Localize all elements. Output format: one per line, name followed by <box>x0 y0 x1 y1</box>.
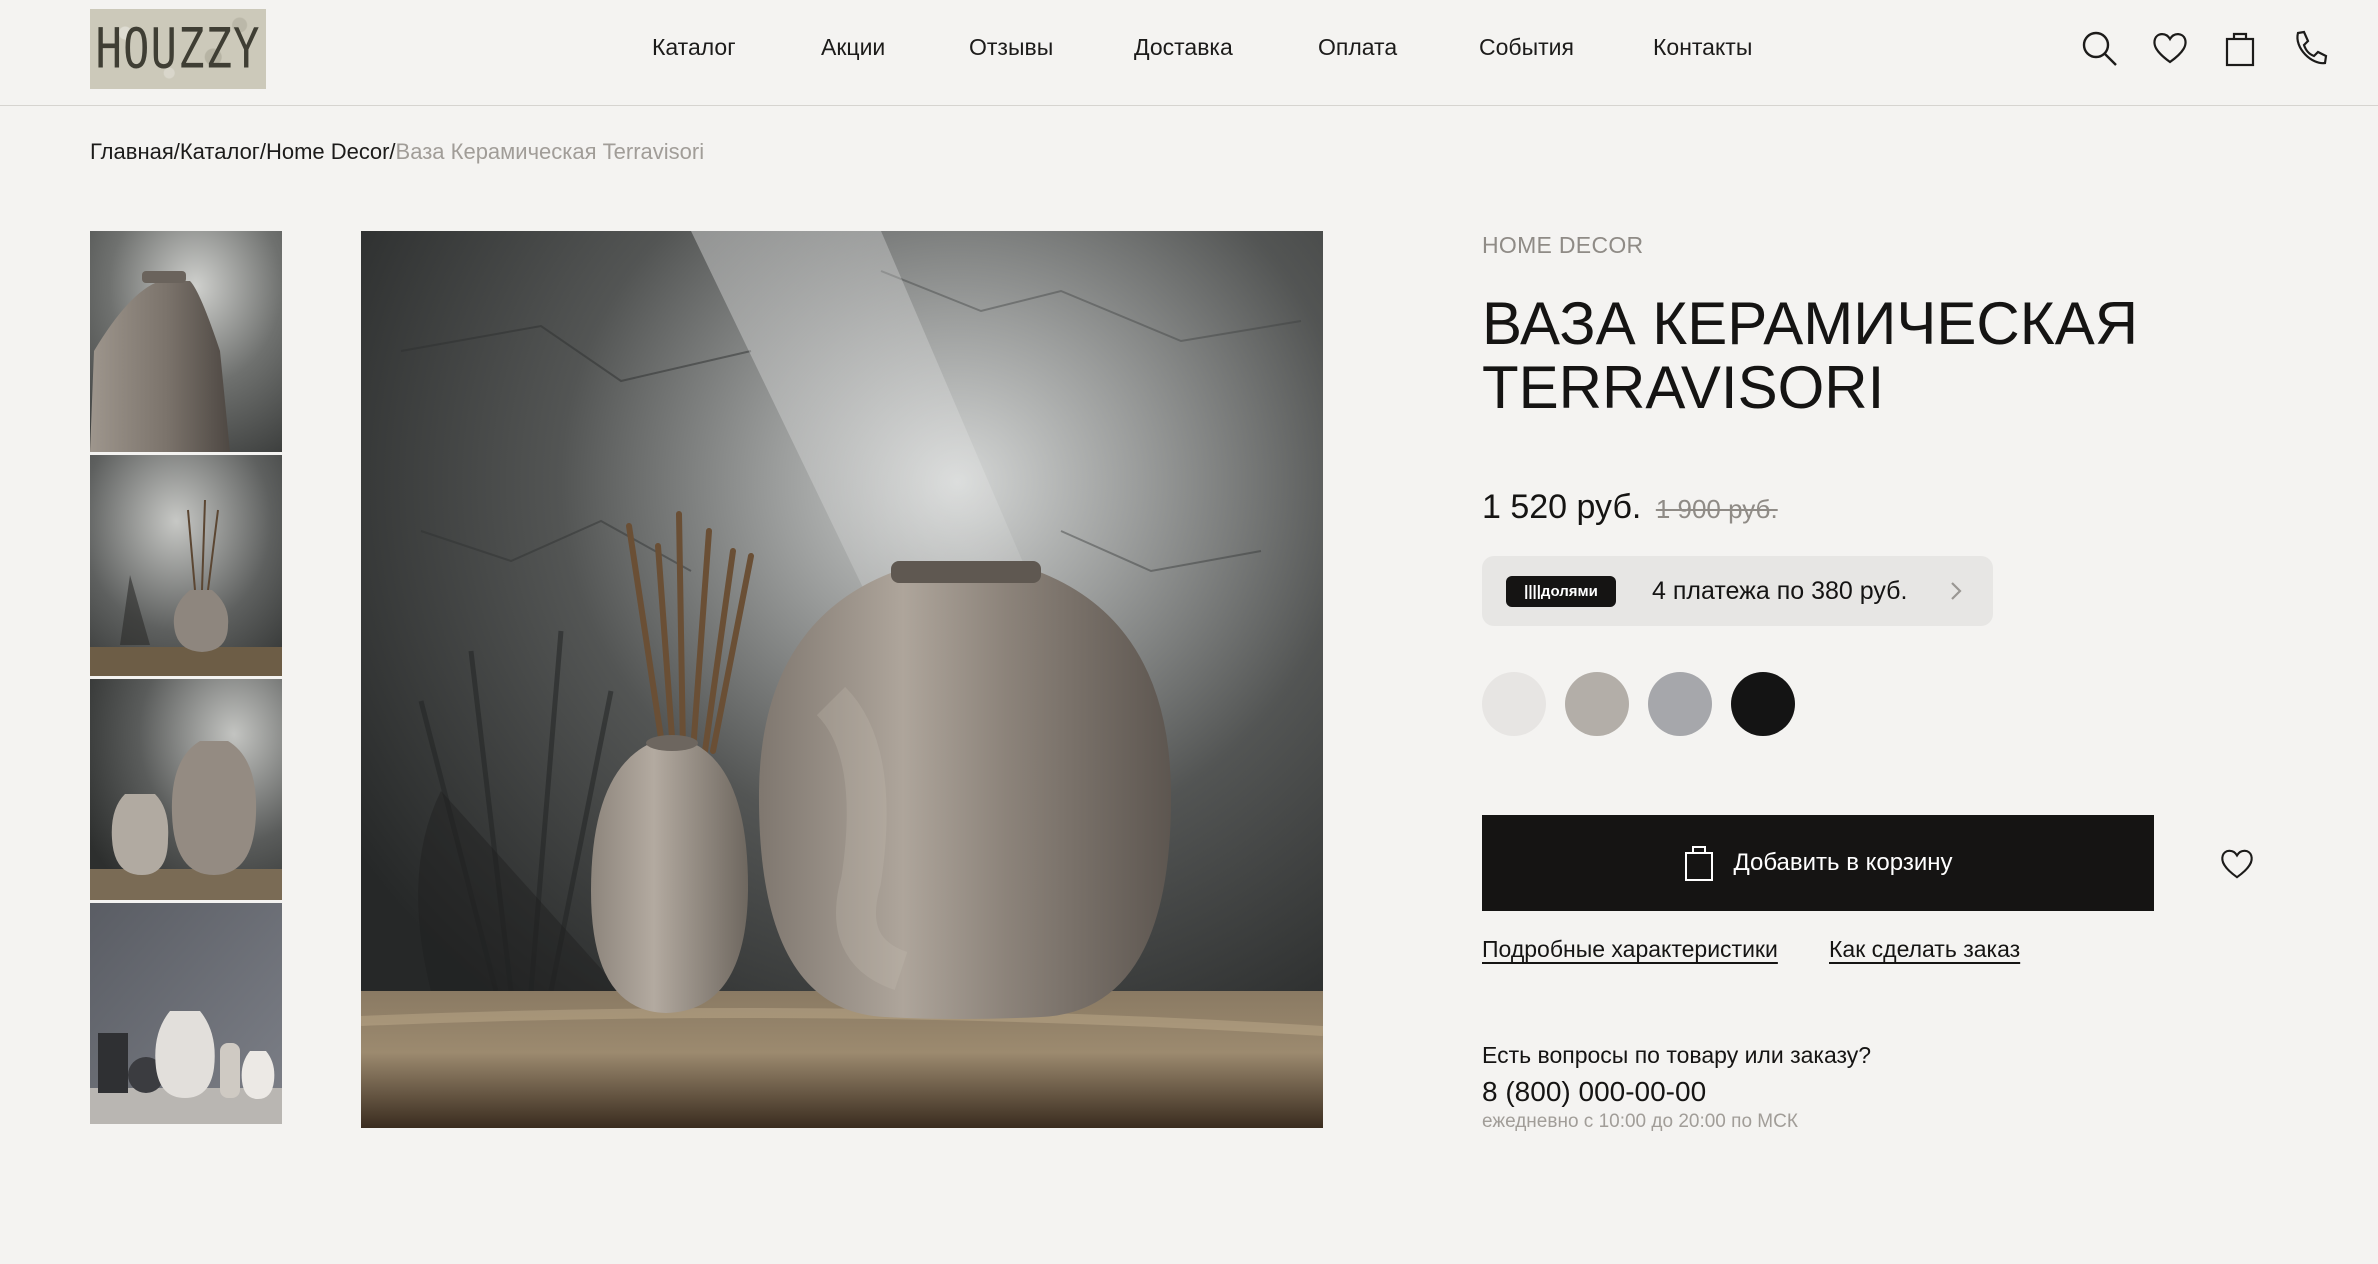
add-to-cart-button[interactable]: Добавить в корзину <box>1482 815 2154 911</box>
nav-item-sales[interactable]: Акции <box>821 34 885 61</box>
heart-icon[interactable] <box>2150 28 2190 68</box>
details-link[interactable]: Подробные характеристики <box>1482 936 1778 963</box>
thumbnail-4[interactable] <box>90 903 282 1124</box>
nav-item-events[interactable]: События <box>1479 34 1574 61</box>
old-price: 1 900 руб. <box>1655 494 1778 524</box>
breadcrumb-home[interactable]: Главная/ <box>90 139 180 164</box>
thumbnail-3[interactable] <box>90 679 282 900</box>
add-to-cart-label: Добавить в корзину <box>1733 849 1953 876</box>
nav-item-delivery[interactable]: Доставка <box>1134 34 1233 61</box>
thumbnail-2[interactable] <box>90 455 282 676</box>
logo[interactable]: HOUZZY <box>90 9 266 89</box>
support-hours: ежедневно с 10:00 до 20:00 по МСК <box>1482 1111 1798 1132</box>
bag-icon[interactable] <box>2220 28 2260 68</box>
dolyami-badge: ||||долями <box>1506 576 1616 607</box>
chevron-right-icon <box>1951 582 1962 600</box>
add-to-favorites-heart-icon[interactable] <box>2218 845 2256 881</box>
product-category: HOME DECOR <box>1482 232 1644 258</box>
color-swatch-white[interactable] <box>1482 672 1546 736</box>
color-swatch-grey[interactable] <box>1648 672 1712 736</box>
bag-icon <box>1685 846 1714 881</box>
nav-item-payment[interactable]: Оплата <box>1318 34 1397 61</box>
support-phone[interactable]: 8 (800) 000-00-00 <box>1482 1076 1706 1108</box>
color-swatch-beige[interactable] <box>1565 672 1629 736</box>
main-product-image[interactable] <box>361 231 1323 1128</box>
logo-text: HOUZZY <box>95 17 261 81</box>
nav-item-catalog[interactable]: Каталог <box>652 34 736 61</box>
breadcrumb-current: Ваза Керамическая Terravisori <box>395 139 705 164</box>
breadcrumb-home-decor[interactable]: Home Decor/ <box>266 139 396 164</box>
support-question: Есть вопросы по товару или заказу? <box>1482 1042 1872 1068</box>
color-swatch-black[interactable] <box>1731 672 1795 736</box>
breadcrumb-catalog[interactable]: Каталог/ <box>180 139 266 164</box>
site-header: HOUZZY Каталог Акции Отзывы Доставка Опл… <box>0 0 2378 106</box>
nav-item-reviews[interactable]: Отзывы <box>969 34 1053 61</box>
current-price: 1 520 руб. <box>1482 488 1642 526</box>
price-row: 1 520 руб. 1 900 руб. <box>1482 488 1778 527</box>
how-to-order-link[interactable]: Как сделать заказ <box>1829 936 2020 963</box>
thumbnail-1[interactable] <box>90 231 282 452</box>
product-title: ВАЗА КЕРАМИЧЕСКАЯ TERRAVISORI <box>1482 290 2139 421</box>
installments-banner[interactable]: ||||долями 4 платежа по 380 руб. <box>1482 556 1993 626</box>
phone-icon[interactable] <box>2290 28 2330 68</box>
breadcrumb: Главная/Каталог/Home Decor/Ваза Керамиче… <box>90 139 704 165</box>
nav-item-contacts[interactable]: Контакты <box>1653 34 1752 61</box>
installments-text: 4 платежа по 380 руб. <box>1652 577 1908 605</box>
search-icon[interactable] <box>2079 28 2119 68</box>
